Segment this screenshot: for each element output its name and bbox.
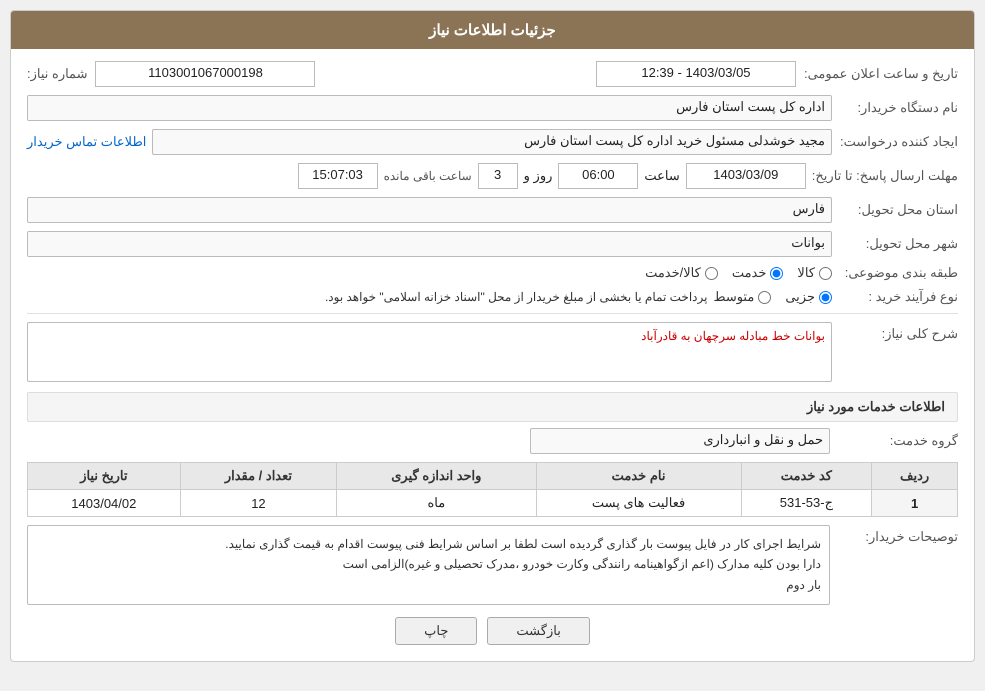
buyer-notes-label: توصیحات خریدار:: [838, 529, 958, 545]
cell-row-num: 1: [872, 490, 958, 517]
purchase-note: پرداخت تمام یا بخشی از مبلغ خریدار از مح…: [325, 290, 708, 304]
deadline-days-label: روز و: [524, 168, 553, 184]
deadline-time: 06:00: [558, 163, 638, 189]
buyer-org-label: نام دستگاه خریدار:: [838, 100, 958, 116]
cell-unit: ماه: [337, 490, 536, 517]
deadline-label: مهلت ارسال پاسخ: تا تاریخ:: [812, 168, 958, 184]
description-label: شرح کلی نیاز:: [838, 326, 958, 342]
remaining-time-label: ساعت باقی مانده: [384, 169, 472, 183]
creator-label: ایجاد کننده درخواست:: [838, 134, 958, 150]
cell-service-code: ج-53-531: [741, 490, 872, 517]
city-value: بوانات: [27, 231, 832, 257]
category-option-khedmat[interactable]: خدمت: [732, 265, 784, 281]
announce-datetime-label: تاریخ و ساعت اعلان عمومی:: [804, 66, 958, 82]
page-title: جزئیات اطلاعات نیاز: [11, 11, 974, 49]
creator-value: مجید خوشدلی مسئول خرید اداره کل پست استا…: [152, 129, 832, 155]
col-service-name: نام خدمت: [536, 463, 741, 490]
province-value: فارس: [27, 197, 832, 223]
purchase-type-label: نوع فرآیند خرید :: [838, 289, 958, 305]
table-row: 1 ج-53-531 فعالیت های پست ماه 12 1403/04…: [28, 490, 958, 517]
category-radio-group: کالا/خدمت خدمت کالا: [645, 265, 832, 281]
cell-need-date: 1403/04/02: [28, 490, 181, 517]
announce-datetime-value: 1403/03/05 - 12:39: [596, 61, 796, 87]
remaining-time: 15:07:03: [298, 163, 378, 189]
deadline-days: 3: [478, 163, 518, 189]
services-table: ردیف کد خدمت نام خدمت واحد اندازه گیری ت…: [27, 462, 958, 517]
col-unit: واحد اندازه گیری: [337, 463, 536, 490]
purchase-type-jozi[interactable]: جزیی: [785, 289, 832, 305]
col-need-date: تاریخ نیاز: [28, 463, 181, 490]
deadline-date: 1403/03/09: [686, 163, 806, 189]
description-value: بوانات خط مبادله سرچهان به قادرآباد: [27, 322, 832, 382]
back-button[interactable]: بازگشت: [487, 617, 589, 645]
cell-service-name: فعالیت های پست: [536, 490, 741, 517]
category-option-kala[interactable]: کالا: [797, 265, 832, 281]
contact-link[interactable]: اطلاعات تماس خریدار: [27, 134, 146, 150]
purchase-type-radio-group: متوسط جزیی: [713, 289, 832, 305]
category-label: طبقه بندی موضوعی:: [838, 265, 958, 281]
need-number-label: شماره نیاز:: [27, 66, 87, 82]
cell-quantity: 12: [180, 490, 337, 517]
col-service-code: کد خدمت: [741, 463, 872, 490]
service-group-value: حمل و نقل و انبارداری: [530, 428, 830, 454]
category-option-kala-khedmat[interactable]: کالا/خدمت: [645, 265, 718, 281]
buyer-org-value: اداره کل پست استان فارس: [27, 95, 832, 121]
city-label: شهر محل تحویل:: [838, 236, 958, 252]
col-row-num: ردیف: [872, 463, 958, 490]
print-button[interactable]: چاپ: [395, 617, 477, 645]
service-group-label: گروه خدمت:: [838, 433, 958, 449]
col-quantity: تعداد / مقدار: [180, 463, 337, 490]
buyer-notes-value: شرایط اجرای کار در فایل پیوست بار گذاری …: [27, 525, 830, 605]
purchase-type-motavasset[interactable]: متوسط: [713, 289, 771, 305]
province-label: استان محل تحویل:: [838, 202, 958, 218]
need-number-value: 1103001067000198: [95, 61, 315, 87]
services-section-label: اطلاعات خدمات مورد نیاز: [27, 392, 958, 422]
action-buttons: بازگشت چاپ: [27, 617, 958, 645]
deadline-time-label: ساعت: [644, 168, 679, 184]
